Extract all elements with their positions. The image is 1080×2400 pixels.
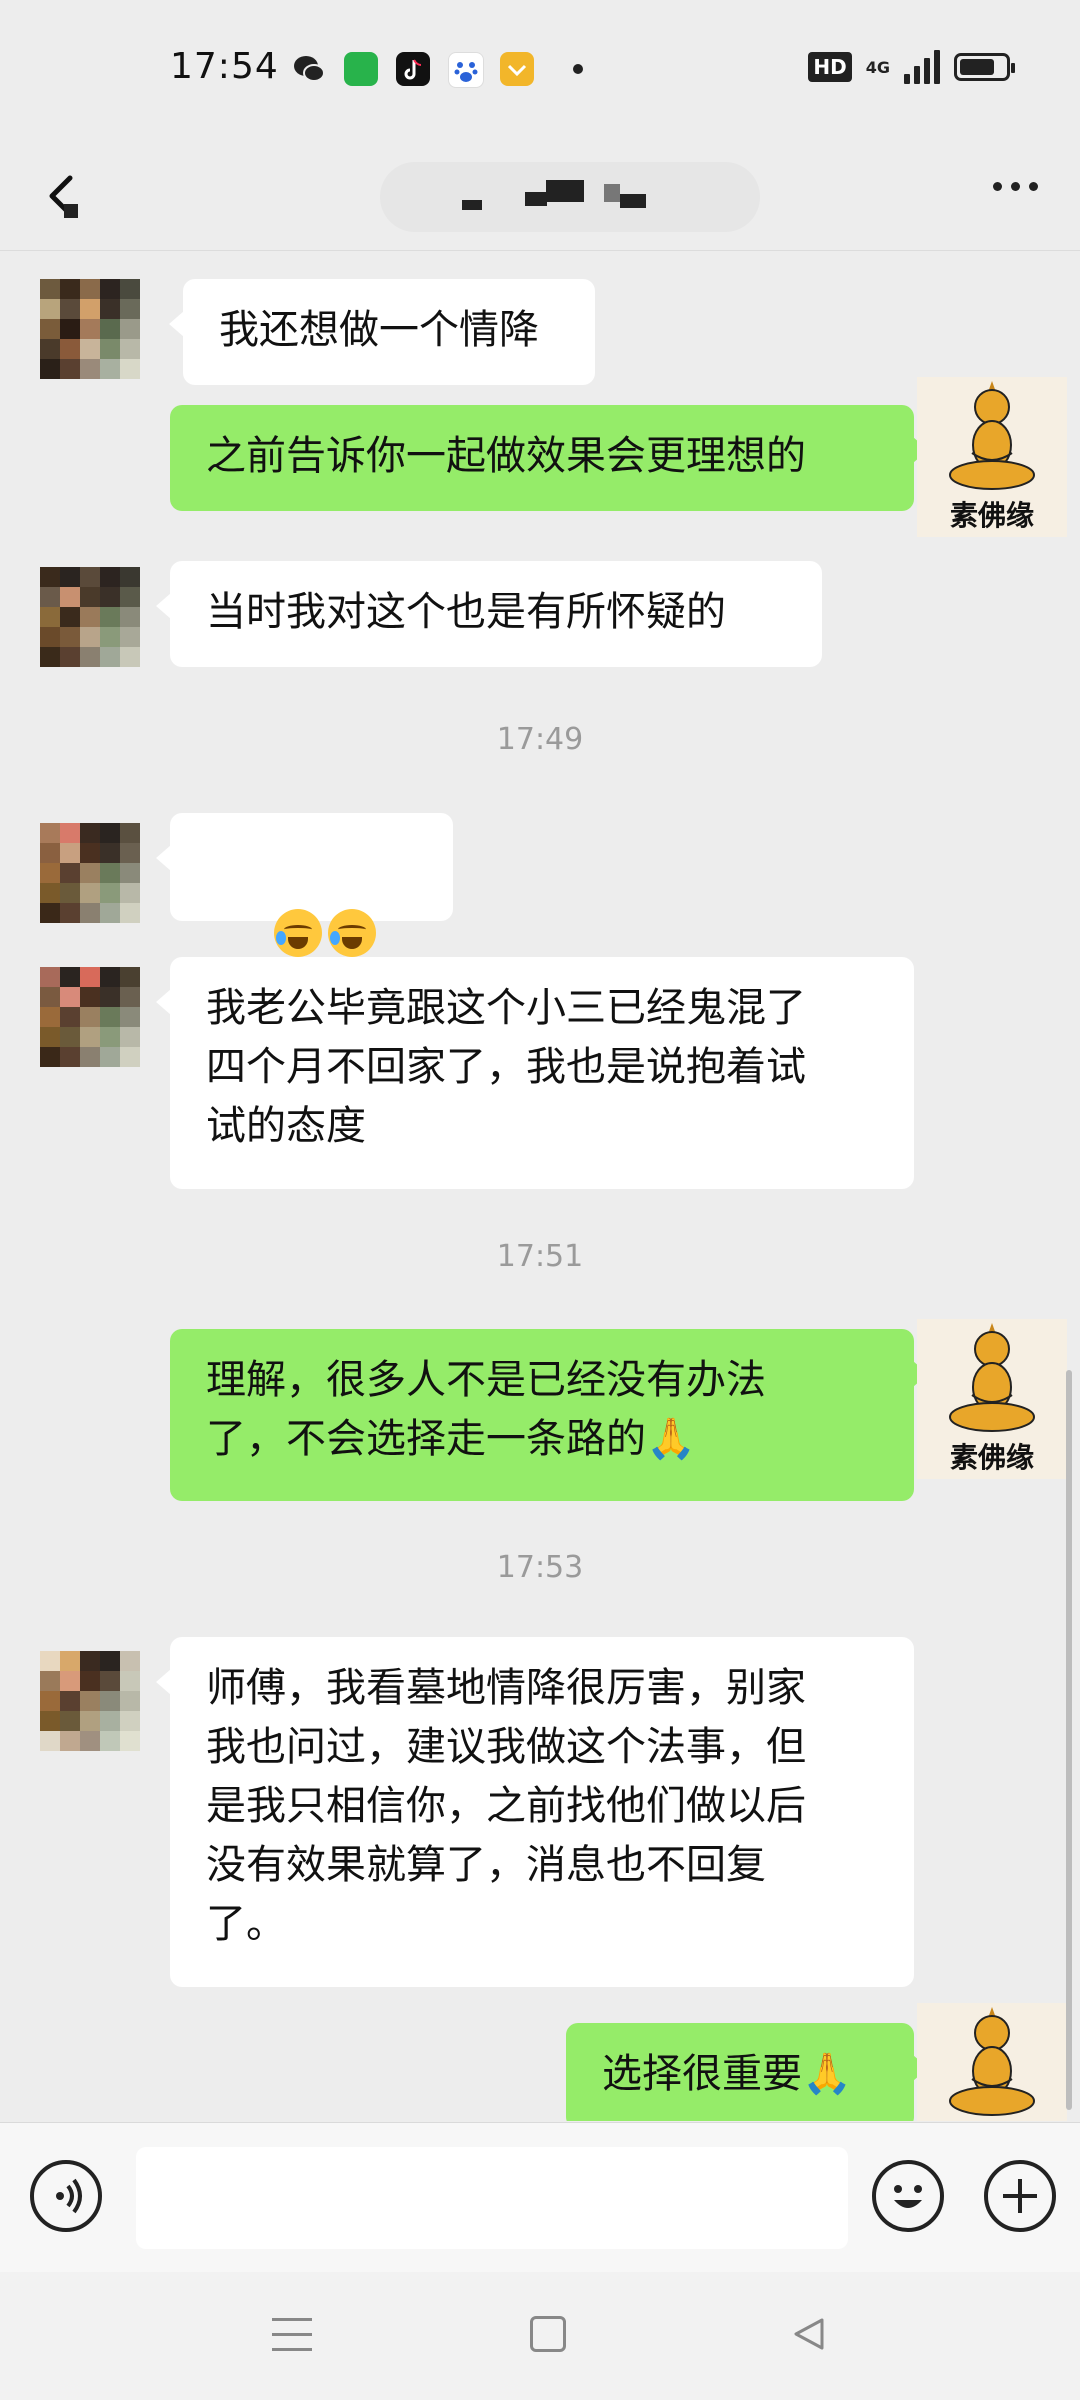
message-bubble[interactable]: 当时我对这个也是有所怀疑的: [156, 561, 822, 667]
notification-dot: [573, 64, 583, 74]
svg-text:素佛缘: 素佛缘: [950, 499, 1034, 532]
home-square-icon[interactable]: [530, 2316, 566, 2352]
timestamp: 17:49: [496, 722, 584, 757]
buddha-icon: 素佛缘: [949, 1323, 1035, 1474]
status-time: 17:54: [170, 46, 279, 87]
battery-icon: [954, 53, 1015, 81]
face-with-tears-emoji: [274, 909, 323, 957]
contact-avatar[interactable]: [40, 823, 140, 923]
contact-avatar[interactable]: [40, 567, 140, 667]
wechat-icon: [294, 56, 325, 82]
chat-title: [380, 162, 760, 232]
plus-icon[interactable]: [984, 2160, 1056, 2232]
message-bubble[interactable]: 师傅，我看墓地情降很厉害，别家 我也问过，建议我做这个法事，但 是我只相信你，之…: [156, 1637, 914, 1987]
message-input[interactable]: [136, 2147, 848, 2249]
more-dots-icon[interactable]: [993, 182, 1038, 191]
message-list[interactable]: 我还想做一个情降 之前告诉你一起做效果会更理想的 素佛缘 当时我对这个也是有所怀…: [0, 251, 1080, 2121]
voice-icon[interactable]: [30, 2160, 102, 2232]
menu-icon[interactable]: [272, 2318, 312, 2352]
status-bar: 17:54 HD 4G: [0, 0, 1080, 140]
buddha-icon: 素佛缘: [949, 381, 1035, 532]
svg-text:素佛缘: 素佛缘: [950, 1441, 1034, 1474]
timestamp: 17:53: [496, 1550, 584, 1585]
chevron-left-icon[interactable]: [30, 160, 100, 230]
message-bubble[interactable]: [156, 813, 453, 1016]
self-avatar[interactable]: 素佛缘: [917, 2003, 1067, 2121]
message-bubble[interactable]: 理解，很多人不是已经没有办法 了，不会选择走一条路的🙏: [170, 1329, 928, 1501]
tiktok-icon: [396, 52, 430, 86]
self-avatar[interactable]: 素佛缘: [917, 1319, 1067, 1479]
gift-icon: [500, 52, 534, 86]
timestamp: 17:51: [496, 1239, 584, 1274]
scrollbar[interactable]: [1066, 1370, 1072, 2110]
contact-avatar[interactable]: [40, 1651, 140, 1751]
chat-header: [0, 140, 1080, 251]
message-bubble[interactable]: 我老公毕竟跟这个小三已经鬼混了 四个月不回家了，我也是说抱着试 试的态度: [156, 957, 914, 1189]
buddha-icon: 素佛缘: [949, 2007, 1035, 2116]
baidu-icon: [448, 52, 484, 88]
message-bubble[interactable]: 我还想做一个情降: [169, 279, 595, 385]
message-bubble[interactable]: 之前告诉你一起做效果会更理想的: [170, 405, 928, 511]
hd-badge: HD: [808, 52, 852, 82]
signal-icon: [904, 50, 940, 84]
smiley-icon[interactable]: [872, 2160, 944, 2232]
network-label: 4G: [865, 57, 890, 77]
self-avatar[interactable]: 素佛缘: [917, 377, 1067, 537]
system-nav-bar: [0, 2272, 1080, 2400]
contact-avatar[interactable]: [40, 967, 140, 1067]
message-bubble[interactable]: 选择很重要🙏: [566, 2023, 928, 2121]
face-with-tears-emoji: [328, 909, 377, 957]
input-bar: [0, 2122, 1080, 2273]
back-triangle-icon[interactable]: [790, 2316, 826, 2352]
app-store-icon: [344, 52, 378, 86]
contact-avatar[interactable]: [40, 279, 140, 379]
